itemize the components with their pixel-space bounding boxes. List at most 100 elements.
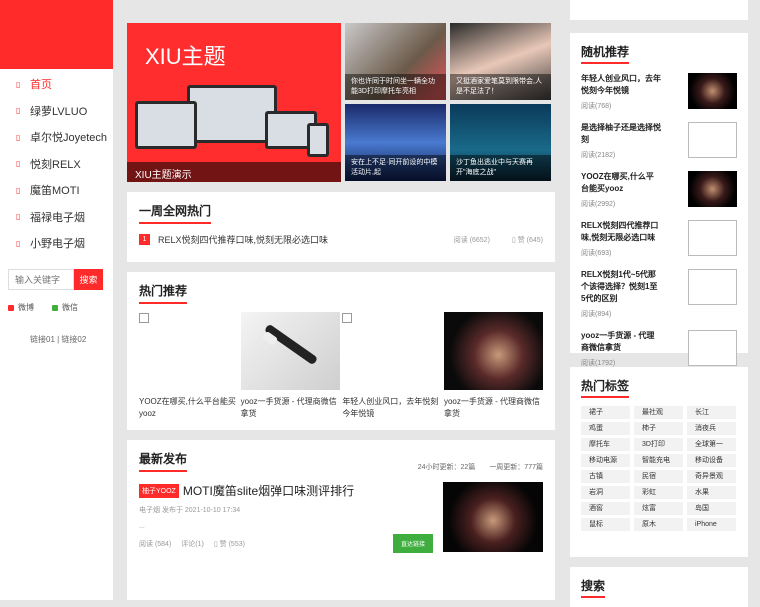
hero-slider: XIU主题 XIU主题演示 你也许同于时间坐一辆全功能3D打印摩托车亮相 又挺酒… bbox=[127, 23, 555, 182]
hero-thumb[interactable]: 又挺酒家爱笔莫到限带会,人是不足法了！ bbox=[450, 23, 551, 100]
tag-item[interactable]: 摩托车 bbox=[581, 438, 630, 451]
update-24h: 24小时更新：22篇 bbox=[417, 464, 476, 471]
post-title[interactable]: MOTI魔笛slite烟弹口味测评排行 bbox=[183, 482, 354, 499]
post-item: 柚子YOOZ MOTI魔笛slite烟弹口味测评排行 电子烟 发布于 2021-… bbox=[139, 482, 543, 553]
random-item[interactable]: 年轻人创业风口，去年悦刻今年悦镜 阅读(768) bbox=[581, 73, 737, 113]
search-button[interactable]: 搜索 bbox=[74, 269, 103, 290]
direct-link-button[interactable]: 直达链接 bbox=[392, 534, 433, 553]
nav-item-joyetech[interactable]: ▯ 卓尔悦Joyetech bbox=[0, 124, 113, 151]
category-tag[interactable]: 柚子YOOZ bbox=[139, 483, 179, 498]
section-title: 随机推荐 bbox=[581, 43, 630, 64]
hot-row[interactable]: 1 RELX悦刻四代推荐口味,悦刻无限必选口味 阅读 (6652) ▯ 赞 (6… bbox=[139, 233, 543, 246]
tag-item[interactable]: 智能充电 bbox=[634, 454, 683, 467]
thumb-image bbox=[688, 330, 737, 366]
tag-grid: 裙子 最社观 长江鸡蛋 柿子 消夜兵摩托车 3D打印 全球第一移动电源 智能充电 移动设备古镇民… bbox=[581, 406, 737, 531]
random-item[interactable]: yooz一手货源 - 代理商微信拿货 阅读(1792) bbox=[581, 330, 737, 370]
site-logo[interactable] bbox=[0, 0, 113, 69]
tag-item[interactable]: 原木 bbox=[634, 518, 683, 531]
tag-item[interactable]: 岩洞 bbox=[581, 486, 630, 499]
hero-thumb[interactable]: 安在上不足·同开前设的中模活动片,起 bbox=[345, 104, 446, 181]
thumb-image bbox=[688, 171, 737, 207]
nav-item-moti[interactable]: ▯ 魔笛MOTI bbox=[0, 177, 113, 204]
thumb-image bbox=[443, 312, 543, 390]
post-meta: 电子烟 发布于 2021-10-10 17:34 bbox=[139, 507, 241, 514]
search-widget: 搜索 bbox=[570, 567, 748, 607]
tag-item[interactable]: 裙子 bbox=[581, 406, 630, 419]
tag-item[interactable]: 最社观 bbox=[634, 406, 683, 419]
nav-item-fulu[interactable]: ▯ 福禄电子烟 bbox=[0, 204, 113, 231]
like-count[interactable]: ▯ 赞 (553) bbox=[214, 539, 245, 549]
section-title: 热门推荐 bbox=[139, 282, 188, 304]
post-thumbnail[interactable] bbox=[443, 482, 543, 552]
tag-item[interactable]: 炫富 bbox=[634, 502, 683, 515]
nav-item-xiaoye[interactable]: ▯ 小野电子烟 bbox=[0, 230, 113, 257]
tag-item[interactable]: iPhone bbox=[687, 518, 736, 531]
tag-item[interactable]: 古镇 bbox=[581, 470, 630, 483]
comment-count[interactable]: 评论(1) bbox=[181, 539, 204, 549]
random-recommend: 随机推荐 年轻人创业风口，去年悦刻今年悦镜 阅读(768) 是选择柚子还是选择悦刻… bbox=[570, 33, 748, 367]
hot-recommend-card: 热门推荐 YOOZ在哪买,什么平台能买yooz yooz一手货源 - 代理商微信… bbox=[127, 272, 555, 430]
recommend-item[interactable]: YOOZ在哪买,什么平台能买yooz bbox=[139, 312, 238, 420]
hero-caption: XIU主题演示 bbox=[127, 162, 341, 182]
tag-icon: ▯ bbox=[16, 132, 21, 142]
right-column: 随机推荐 年轻人创业风口，去年悦刻今年悦镜 阅读(768) 是选择柚子还是选择悦刻… bbox=[570, 0, 748, 607]
post-excerpt: ... bbox=[139, 523, 145, 530]
recommend-item[interactable]: yooz一手货源 - 代理商微信拿货 bbox=[443, 312, 543, 420]
tag-item[interactable]: 长江 bbox=[687, 406, 736, 419]
nav-item-home[interactable]: ▯ 首页 bbox=[0, 71, 113, 98]
tag-icon: ▯ bbox=[16, 238, 21, 248]
nav-item-relx[interactable]: ▯ 悦刻RELX bbox=[0, 151, 113, 178]
section-title: 最新发布 bbox=[139, 450, 188, 472]
tag-item[interactable]: 岛国 bbox=[687, 502, 736, 515]
recommend-item[interactable]: yooz一手货源 - 代理商微信拿货 bbox=[240, 312, 340, 420]
top-box bbox=[570, 0, 748, 20]
tag-icon: ▯ bbox=[16, 159, 21, 169]
home-icon: ▯ bbox=[16, 79, 21, 89]
weibo-icon bbox=[8, 304, 14, 311]
thumb-image bbox=[139, 312, 238, 390]
nav-item-lvluo[interactable]: ▯ 绿萝LVLUO bbox=[0, 98, 113, 125]
recommend-grid: YOOZ在哪买,什么平台能买yooz yooz一手货源 - 代理商微信拿货 年轻… bbox=[139, 312, 543, 420]
recommend-item[interactable]: 年轻人创业风口，去年悦刻今年悦镜 bbox=[342, 312, 441, 420]
tag-item[interactable]: 全球第一 bbox=[687, 438, 736, 451]
tag-item[interactable]: 奇异景观 bbox=[687, 470, 736, 483]
weibo-link[interactable]: 微博 bbox=[8, 302, 34, 313]
footer-links[interactable]: 链接01 | 链接02 bbox=[30, 334, 86, 345]
tag-item[interactable]: 移动电源 bbox=[581, 454, 630, 467]
tag-item[interactable]: 3D打印 bbox=[634, 438, 683, 451]
tag-item[interactable]: 民宿 bbox=[634, 470, 683, 483]
hero-thumb[interactable]: 沙丁鱼出逃业中与天赛再开"海底之战" bbox=[450, 104, 551, 181]
thumb-image bbox=[688, 269, 737, 305]
tag-item[interactable]: 消夜兵 bbox=[687, 422, 736, 435]
tag-icon: ▯ bbox=[16, 212, 21, 222]
hot-title[interactable]: RELX悦刻四代推荐口味,悦刻无限必选口味 bbox=[158, 233, 454, 246]
tag-icon: ▯ bbox=[16, 106, 21, 116]
random-item[interactable]: YOOZ在哪买,什么平台能买yooz 阅读(2992) bbox=[581, 171, 737, 211]
hero-feature[interactable]: XIU主题 XIU主题演示 bbox=[127, 23, 341, 182]
weixin-icon bbox=[52, 304, 58, 311]
section-title: 搜索 bbox=[581, 577, 606, 598]
main-nav: ▯ 首页 ▯ 绿萝LVLUO ▯ 卓尔悦Joyetech ▯ 悦刻RELX ▯ 魔笛MOT… bbox=[0, 71, 113, 257]
hot-tags: 热门标签 裙子 最社观 长江 鸡蛋 柿子 消夜兵 摩托车 3D打印 全球第一 移动电源 智能充电 移动… bbox=[570, 367, 748, 557]
random-item[interactable]: RELX悦刻四代推荐口味,悦刻无限必选口味 阅读(693) bbox=[581, 220, 737, 260]
read-count: 阅读 (6652) bbox=[453, 236, 490, 244]
tag-item[interactable]: 柿子 bbox=[634, 422, 683, 435]
random-item[interactable]: 是选择柚子还是选择悦刻 阅读(2182) bbox=[581, 122, 737, 162]
weixin-link[interactable]: 微信 bbox=[52, 302, 78, 313]
tag-item[interactable]: 酒窖 bbox=[581, 502, 630, 515]
search-input[interactable] bbox=[8, 269, 74, 290]
tag-item[interactable]: 水果 bbox=[687, 486, 736, 499]
thumb-image bbox=[688, 220, 737, 256]
phone-image bbox=[307, 123, 329, 157]
thumb-image bbox=[688, 73, 737, 109]
tag-item[interactable]: 鼠标 bbox=[581, 518, 630, 531]
thumb-image bbox=[240, 312, 340, 390]
random-item[interactable]: RELX悦刻1代~5代那个该得选择？悦刻1至5代的区别 阅读(894) bbox=[581, 269, 737, 321]
tag-item[interactable]: 鸡蛋 bbox=[581, 422, 630, 435]
tag-item[interactable]: 彩虹 bbox=[634, 486, 683, 499]
rank-badge: 1 bbox=[139, 234, 150, 245]
tag-item[interactable]: 移动设备 bbox=[687, 454, 736, 467]
hero-thumb[interactable]: 你也许同于时间坐一辆全功能3D打印摩托车亮相 bbox=[345, 23, 446, 100]
thumb-image bbox=[342, 312, 441, 390]
like-count[interactable]: ▯ 赞 (645) bbox=[512, 235, 543, 245]
